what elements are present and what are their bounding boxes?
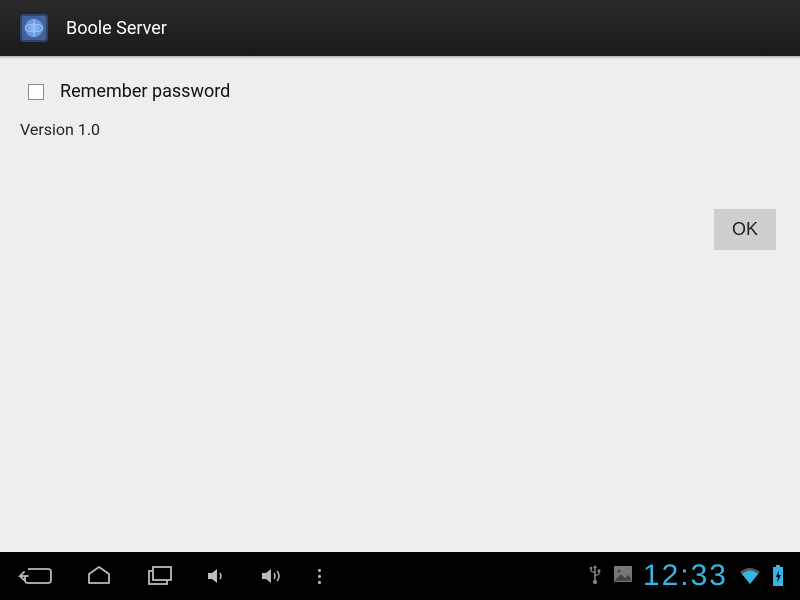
app-icon [16,10,52,46]
menu-button[interactable] [318,569,321,584]
picture-icon [613,565,633,587]
system-navbar: 12:33 [0,552,800,600]
ok-button[interactable]: OK [714,209,776,250]
volume-down-button[interactable] [206,566,228,586]
content-area: Remember password Version 1.0 OK [0,59,800,149]
usb-icon [587,563,603,589]
battery-charging-icon [772,565,784,587]
back-button[interactable] [18,565,52,587]
app-title: Boole Server [66,18,167,39]
wifi-icon [738,566,762,586]
home-button[interactable] [84,565,114,587]
remember-password-row: Remember password [0,59,800,110]
navbar-right: 12:33 [587,559,792,593]
clock: 12:33 [643,559,728,593]
volume-up-button[interactable] [260,566,286,586]
navbar-left [8,565,321,587]
version-label: Version 1.0 [0,110,800,149]
titlebar: Boole Server [0,0,800,56]
remember-password-label: Remember password [60,81,230,102]
recent-apps-button[interactable] [146,565,174,587]
remember-password-checkbox[interactable] [28,84,44,100]
